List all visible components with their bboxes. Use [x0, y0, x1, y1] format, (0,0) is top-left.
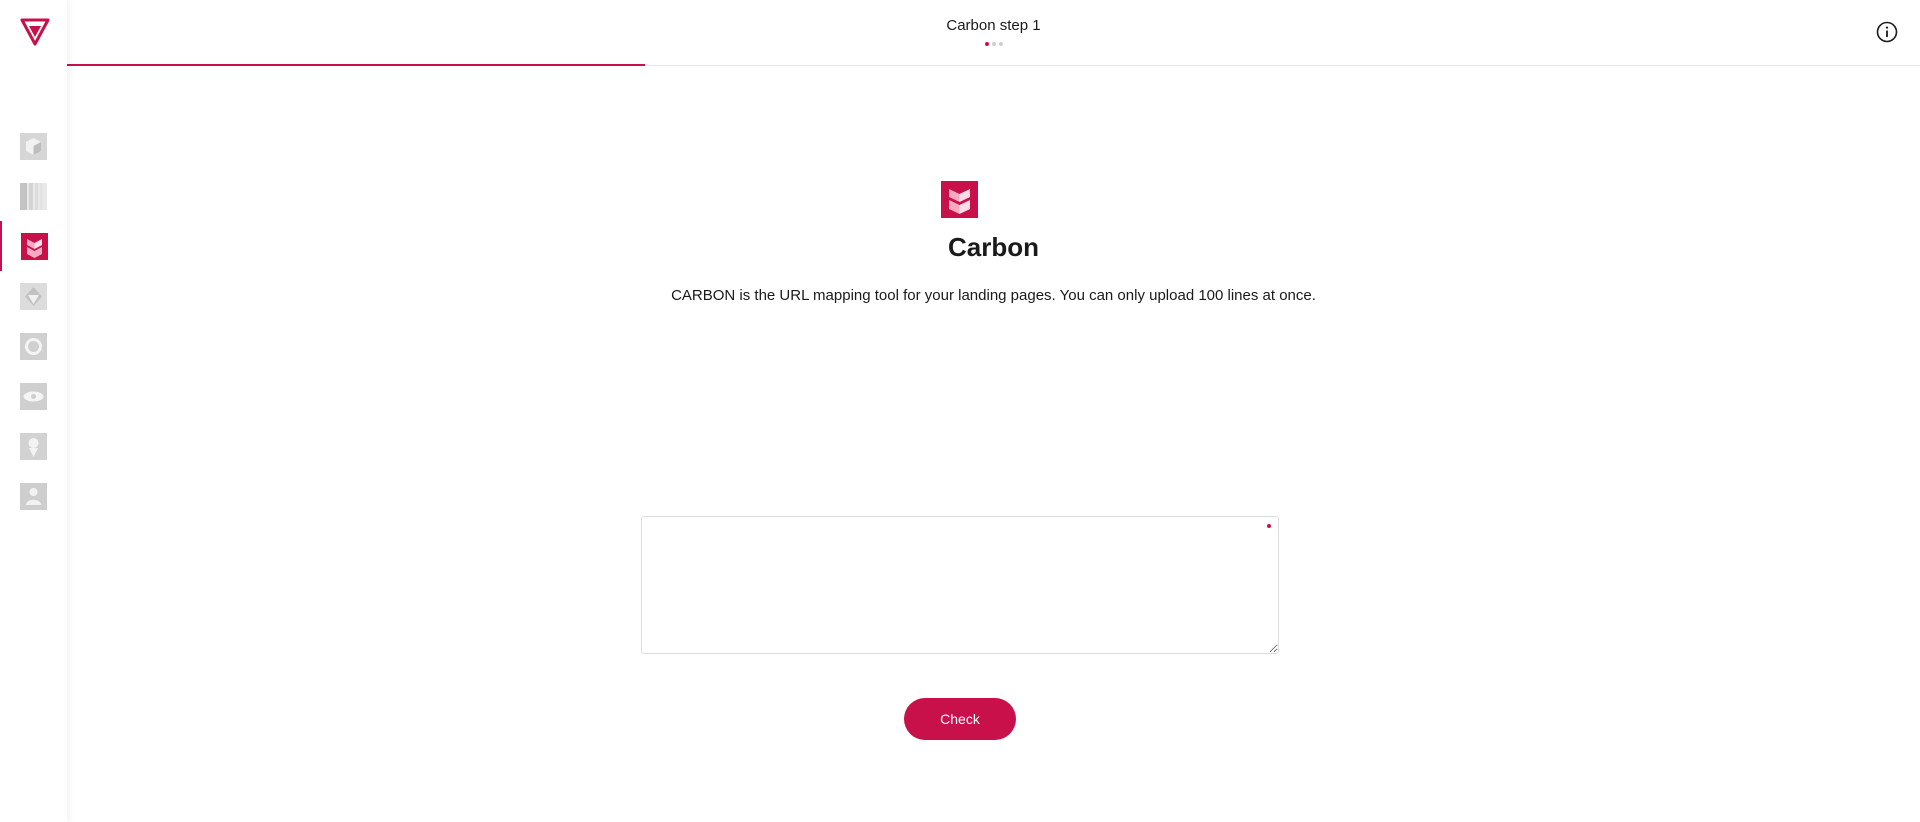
main-content: Carbon CARBON is the URL mapping tool fo… [67, 66, 1920, 822]
ring-tool-icon [20, 332, 47, 360]
sidebar [0, 0, 67, 822]
info-icon[interactable] [1876, 21, 1898, 43]
sidebar-item-stripes[interactable] [0, 171, 67, 221]
sidebar-item-ring[interactable] [0, 321, 67, 371]
person-tool-icon [20, 482, 47, 510]
diamond-tool-icon [20, 282, 47, 310]
carbon-tool-icon [21, 232, 48, 260]
page-title: Carbon [948, 232, 1039, 262]
step-indicator [984, 42, 1003, 46]
eye-tool-icon [20, 382, 47, 410]
step-title: Carbon step 1 [946, 17, 1041, 34]
sidebar-item-pin[interactable] [0, 421, 67, 471]
sidebar-item-diamond[interactable] [0, 271, 67, 321]
page-description: CARBON is the URL mapping tool for your … [671, 287, 1316, 304]
check-button[interactable]: Check [904, 698, 1016, 740]
carbon-logo-icon [941, 181, 978, 218]
step-dot-2 [991, 42, 996, 46]
url-list-textarea[interactable] [641, 516, 1279, 654]
sidebar-item-eye[interactable] [0, 371, 67, 421]
sidebar-item-person[interactable] [0, 471, 67, 521]
cube-tool-icon [20, 132, 47, 160]
brand-logo-icon[interactable] [20, 18, 50, 46]
stripes-tool-icon [20, 182, 47, 210]
pin-tool-icon [20, 432, 47, 460]
step-dot-3 [998, 42, 1003, 46]
required-indicator [1267, 524, 1271, 528]
sidebar-item-cube[interactable] [0, 121, 67, 171]
step-dot-1 [984, 42, 989, 46]
top-bar: Carbon step 1 [67, 0, 1920, 66]
sidebar-item-carbon[interactable] [0, 221, 67, 271]
url-input-wrapper [641, 516, 1279, 654]
